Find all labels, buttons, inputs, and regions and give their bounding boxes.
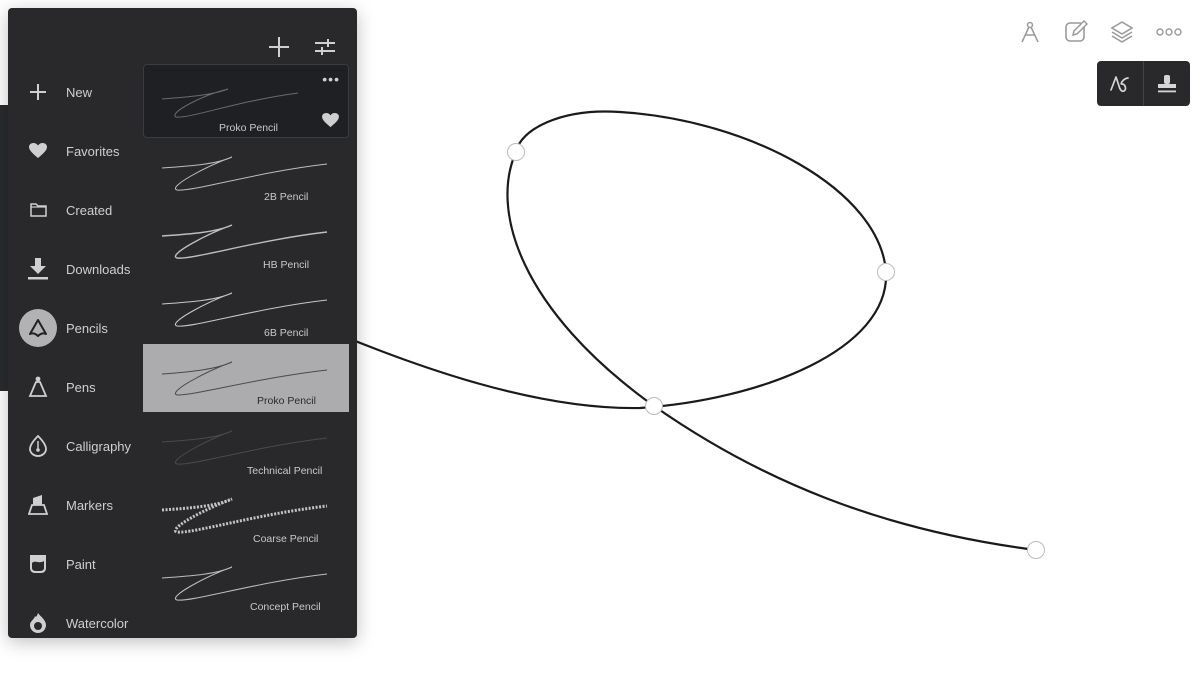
- brush-item-2b-pencil[interactable]: 2B Pencil: [143, 146, 349, 214]
- category-label: Calligraphy: [66, 438, 132, 454]
- brush-stroke-preview: [161, 361, 328, 396]
- more-dots-icon[interactable]: •••: [322, 71, 340, 87]
- anchor-point[interactable]: [645, 397, 663, 415]
- brush-label: Proko Pencil: [219, 122, 278, 134]
- brush-item-hb-pencil[interactable]: HB Pencil: [143, 214, 349, 282]
- brush-stroke-preview: [161, 292, 328, 327]
- compass-icon[interactable]: [1016, 18, 1044, 46]
- category-watercolor[interactable]: Watercolor: [8, 594, 143, 652]
- featured-brush-card[interactable]: ••• Proko Pencil: [143, 64, 349, 138]
- heart-icon: [19, 132, 57, 170]
- more-icon[interactable]: [1155, 18, 1183, 46]
- marker-icon: [19, 486, 57, 524]
- category-calligraphy[interactable]: Calligraphy: [8, 417, 143, 475]
- category-pencils[interactable]: Pencils: [8, 299, 143, 357]
- brush-library-panel: New Favorites Created Downloads Pencils …: [8, 8, 357, 638]
- pen-icon: [19, 368, 57, 406]
- add-brush-button[interactable]: [262, 30, 296, 64]
- brush-stroke-preview: [161, 566, 328, 601]
- anchor-point[interactable]: [877, 263, 895, 281]
- paint-icon: [19, 545, 57, 583]
- plus-icon: [269, 37, 289, 57]
- brush-item-technical-pencil[interactable]: Technical Pencil: [143, 420, 349, 488]
- brush-label: Technical Pencil: [247, 465, 323, 477]
- category-downloads[interactable]: Downloads: [8, 240, 143, 298]
- category-label: Pencils: [66, 320, 108, 336]
- brush-label: Coarse Pencil: [253, 533, 319, 545]
- category-pens[interactable]: Pens: [8, 358, 143, 416]
- category-label: Pens: [66, 379, 96, 395]
- download-icon: [19, 250, 57, 288]
- category-label: Downloads: [66, 261, 131, 277]
- brush-settings-button[interactable]: [308, 30, 342, 64]
- brush-label: Proko Pencil: [257, 395, 316, 407]
- brush-stroke-preview: [161, 497, 328, 534]
- brush-label: 6B Pencil: [264, 327, 309, 339]
- freehand-mode-button[interactable]: [1097, 61, 1143, 106]
- pencil-tip-icon: [19, 309, 57, 347]
- brush-label: Concept Pencil: [250, 601, 321, 613]
- stamp-icon: [1158, 74, 1176, 92]
- brush-label: HB Pencil: [263, 259, 310, 271]
- category-label: Paint: [66, 556, 96, 572]
- category-created[interactable]: Created: [8, 181, 143, 239]
- edit-note-icon[interactable]: [1062, 18, 1090, 46]
- brush-label: 2B Pencil: [264, 191, 309, 203]
- bezier-stroke[interactable]: [298, 110, 1038, 552]
- calligraphy-nib-icon: [19, 427, 57, 465]
- brush-item-concept-pencil[interactable]: Concept Pencil: [143, 556, 349, 624]
- anchor-point[interactable]: [1027, 541, 1045, 559]
- plus-icon: [19, 73, 57, 111]
- category-label: Watercolor: [66, 615, 129, 631]
- category-label: New: [66, 84, 93, 100]
- stroke-mode-toggle: [1097, 61, 1190, 106]
- brush-stroke-preview: [161, 224, 328, 259]
- layers-icon[interactable]: [1108, 18, 1136, 46]
- stamp-mode-button[interactable]: [1144, 61, 1190, 106]
- category-label: Favorites: [66, 143, 120, 159]
- sliders-icon: [315, 39, 335, 55]
- brush-item-6b-pencil[interactable]: 6B Pencil: [143, 282, 349, 350]
- brush-item-proko-pencil[interactable]: Proko Pencil: [143, 344, 349, 412]
- category-favorites[interactable]: Favorites: [8, 122, 143, 180]
- brush-stroke-preview: [161, 88, 299, 118]
- brush-item-coarse-pencil[interactable]: Coarse Pencil: [143, 488, 349, 556]
- heart-icon[interactable]: [322, 113, 339, 128]
- category-label: Created: [66, 202, 113, 218]
- brush-stroke-preview: [161, 430, 328, 465]
- category-markers[interactable]: Markers: [8, 476, 143, 534]
- anchor-point[interactable]: [507, 143, 525, 161]
- freehand-stroke-icon: [1110, 75, 1129, 92]
- watercolor-drop-icon: [19, 604, 57, 642]
- category-new[interactable]: New: [8, 63, 143, 121]
- brush-stroke-preview: [161, 156, 328, 191]
- category-label: Markers: [66, 497, 113, 513]
- folder-icon: [19, 191, 57, 229]
- category-paint[interactable]: Paint: [8, 535, 143, 593]
